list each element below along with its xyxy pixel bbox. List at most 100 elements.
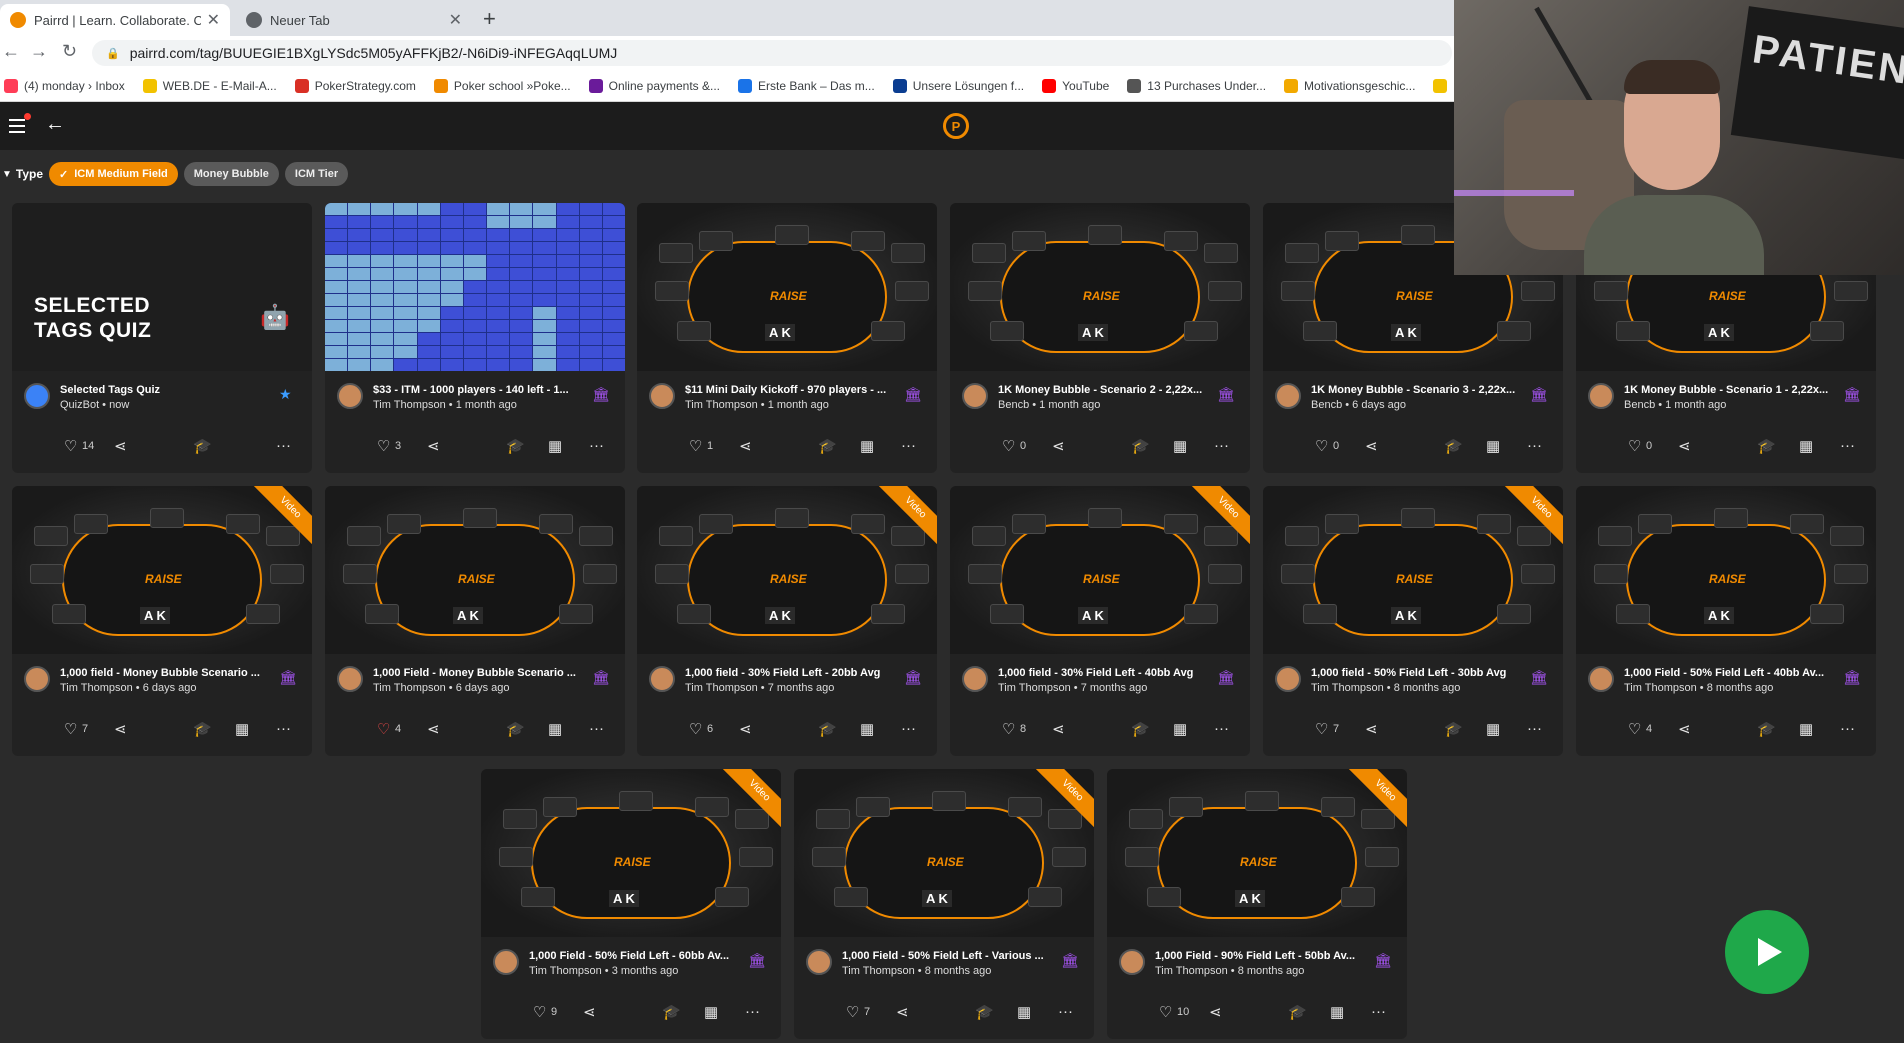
bookmark-item[interactable]: Online payments &...: [588, 78, 720, 93]
learn-icon[interactable]: 🎓: [818, 437, 837, 455]
menu-icon[interactable]: [9, 113, 31, 133]
reload-icon[interactable]: ↻: [62, 41, 77, 62]
avatar[interactable]: [1588, 383, 1614, 409]
share-icon[interactable]: ⋖: [427, 437, 440, 455]
bookmark-item[interactable]: Unsere Lösungen f...: [892, 78, 1024, 93]
learn-icon[interactable]: 🎓: [193, 437, 212, 455]
more-icon[interactable]: ···: [1214, 437, 1229, 454]
card-title[interactable]: 1,000 Field - 50% Field Left - 60bb Av..…: [529, 950, 739, 962]
more-icon[interactable]: ···: [1371, 1003, 1386, 1020]
learn-icon[interactable]: 🎓: [506, 437, 525, 455]
heart-icon[interactable]: ♡: [1315, 720, 1328, 738]
card-thumbnail[interactable]: RAISE A K: [950, 203, 1250, 371]
heart-icon[interactable]: ♡: [533, 1003, 546, 1021]
more-icon[interactable]: ···: [1527, 720, 1542, 737]
heart-icon[interactable]: ♡: [846, 1003, 859, 1021]
card-thumbnail[interactable]: RAISE A K Video: [481, 769, 781, 937]
more-icon[interactable]: ···: [901, 437, 916, 454]
back-icon[interactable]: ←: [45, 113, 65, 136]
card-title[interactable]: 1,000 Field - 50% Field Left - Various .…: [842, 950, 1052, 962]
content-card[interactable]: RAISE A K Video 1,000 field - 50% Field Lef…: [1263, 486, 1563, 756]
share-icon[interactable]: ⋖: [427, 720, 440, 738]
grid-icon[interactable]: ▦: [1486, 437, 1500, 455]
avatar[interactable]: [24, 383, 50, 409]
card-thumbnail[interactable]: RAISE A K Video: [1263, 486, 1563, 654]
card-title[interactable]: 1K Money Bubble - Scenario 1 - 2,22x...: [1624, 384, 1834, 396]
share-icon[interactable]: ⋖: [1678, 720, 1691, 738]
bookmark-item[interactable]: Motivationsgeschic...: [1284, 78, 1415, 93]
share-icon[interactable]: ⋖: [1052, 437, 1065, 455]
learn-icon[interactable]: 🎓: [1131, 437, 1150, 455]
more-icon[interactable]: ···: [901, 720, 916, 737]
grid-icon[interactable]: ▦: [1486, 720, 1500, 738]
more-icon[interactable]: ···: [1058, 1003, 1073, 1020]
share-icon[interactable]: ⋖: [583, 1003, 596, 1021]
grid-icon[interactable]: ▦: [1799, 437, 1813, 455]
avatar[interactable]: [649, 383, 675, 409]
avatar[interactable]: [1588, 666, 1614, 692]
grid-icon[interactable]: ▦: [548, 720, 562, 738]
avatar[interactable]: [493, 949, 519, 975]
heart-icon[interactable]: ♡: [1002, 437, 1015, 455]
new-tab-button[interactable]: +: [483, 6, 496, 32]
learn-icon[interactable]: 🎓: [1288, 1003, 1307, 1021]
tab-pairrd[interactable]: Pairrd | Learn. Collaborate. Crush ✕: [0, 4, 230, 36]
avatar[interactable]: [337, 383, 363, 409]
card-thumbnail[interactable]: RAISE A K Video: [637, 486, 937, 654]
heart-icon[interactable]: ♡: [689, 720, 702, 738]
avatar[interactable]: [1275, 666, 1301, 692]
content-card[interactable]: RAISE A K Video 1,000 Field - 50% Field Lef…: [481, 769, 781, 1039]
more-icon[interactable]: ···: [1840, 437, 1855, 454]
learn-icon[interactable]: 🎓: [975, 1003, 994, 1021]
share-icon[interactable]: ⋖: [114, 720, 127, 738]
content-card[interactable]: RAISE A K Video 1,000 Field - 90% Field Lef…: [1107, 769, 1407, 1039]
avatar[interactable]: [337, 666, 363, 692]
learn-icon[interactable]: 🎓: [1444, 437, 1463, 455]
forward-arrow-icon[interactable]: →: [30, 41, 48, 62]
card-thumbnail[interactable]: RAISE A K: [1576, 486, 1876, 654]
heart-icon[interactable]: ♡: [377, 720, 390, 738]
share-icon[interactable]: ⋖: [1678, 437, 1691, 455]
heart-icon[interactable]: ♡: [689, 437, 702, 455]
more-icon[interactable]: ···: [589, 437, 604, 454]
learn-icon[interactable]: 🎓: [818, 720, 837, 738]
content-card[interactable]: $33 - ITM - 1000 players - 140 left - 1.…: [325, 203, 625, 473]
chip-icm-medium-field[interactable]: ✓ ICM Medium Field: [49, 162, 178, 186]
card-thumbnail[interactable]: RAISE A K Video: [794, 769, 1094, 937]
card-thumbnail[interactable]: RAISE A K: [325, 486, 625, 654]
card-thumbnail[interactable]: RAISE A K Video: [1107, 769, 1407, 937]
url-field[interactable]: 🔒 pairrd.com/tag/BUUEGIE1BXgLYSdc5M05yAF…: [92, 40, 1452, 66]
card-title[interactable]: 1,000 Field - Money Bubble Scenario ...: [373, 667, 583, 679]
card-thumbnail[interactable]: [325, 203, 625, 371]
grid-icon[interactable]: ▦: [548, 437, 562, 455]
avatar[interactable]: [1119, 949, 1145, 975]
content-card[interactable]: RAISE A K 1K Money Bubble - Scenario 2 - 2…: [950, 203, 1250, 473]
content-card[interactable]: SELECTED TAGS QUIZ 🤖 Selected Tags Quiz Quiz…: [12, 203, 312, 473]
more-icon[interactable]: ···: [276, 720, 291, 737]
back-arrow-icon[interactable]: ←: [2, 41, 20, 62]
grid-icon[interactable]: ▦: [704, 1003, 718, 1021]
more-icon[interactable]: ···: [1214, 720, 1229, 737]
heart-icon[interactable]: ♡: [377, 437, 390, 455]
grid-icon[interactable]: ▦: [860, 437, 874, 455]
share-icon[interactable]: ⋖: [739, 437, 752, 455]
content-card[interactable]: RAISE A K 1,000 Field - 50% Field Left - 4…: [1576, 486, 1876, 756]
more-icon[interactable]: ···: [1527, 437, 1542, 454]
close-tab-icon[interactable]: ✕: [449, 10, 462, 30]
learn-icon[interactable]: 🎓: [1757, 720, 1776, 738]
card-title[interactable]: Selected Tags Quiz: [60, 384, 270, 396]
avatar[interactable]: [962, 383, 988, 409]
share-icon[interactable]: ⋖: [1209, 1003, 1222, 1021]
share-icon[interactable]: ⋖: [739, 720, 752, 738]
more-icon[interactable]: ···: [1840, 720, 1855, 737]
avatar[interactable]: [962, 666, 988, 692]
bookmark-item[interactable]: Erste Bank – Das m...: [738, 78, 875, 93]
heart-icon[interactable]: ♡: [1628, 720, 1641, 738]
grid-icon[interactable]: ▦: [235, 720, 249, 738]
bookmark-item[interactable]: PokerStrategy.com: [294, 78, 416, 93]
card-title[interactable]: 1,000 field - Money Bubble Scenario ...: [60, 667, 270, 679]
content-card[interactable]: RAISE A K Video 1,000 field - 30% Field Lef…: [637, 486, 937, 756]
chevron-down-icon[interactable]: ▼: [2, 169, 12, 180]
bookmark-item[interactable]: (4) monday › Inbox: [4, 78, 125, 93]
more-icon[interactable]: ···: [276, 437, 291, 454]
